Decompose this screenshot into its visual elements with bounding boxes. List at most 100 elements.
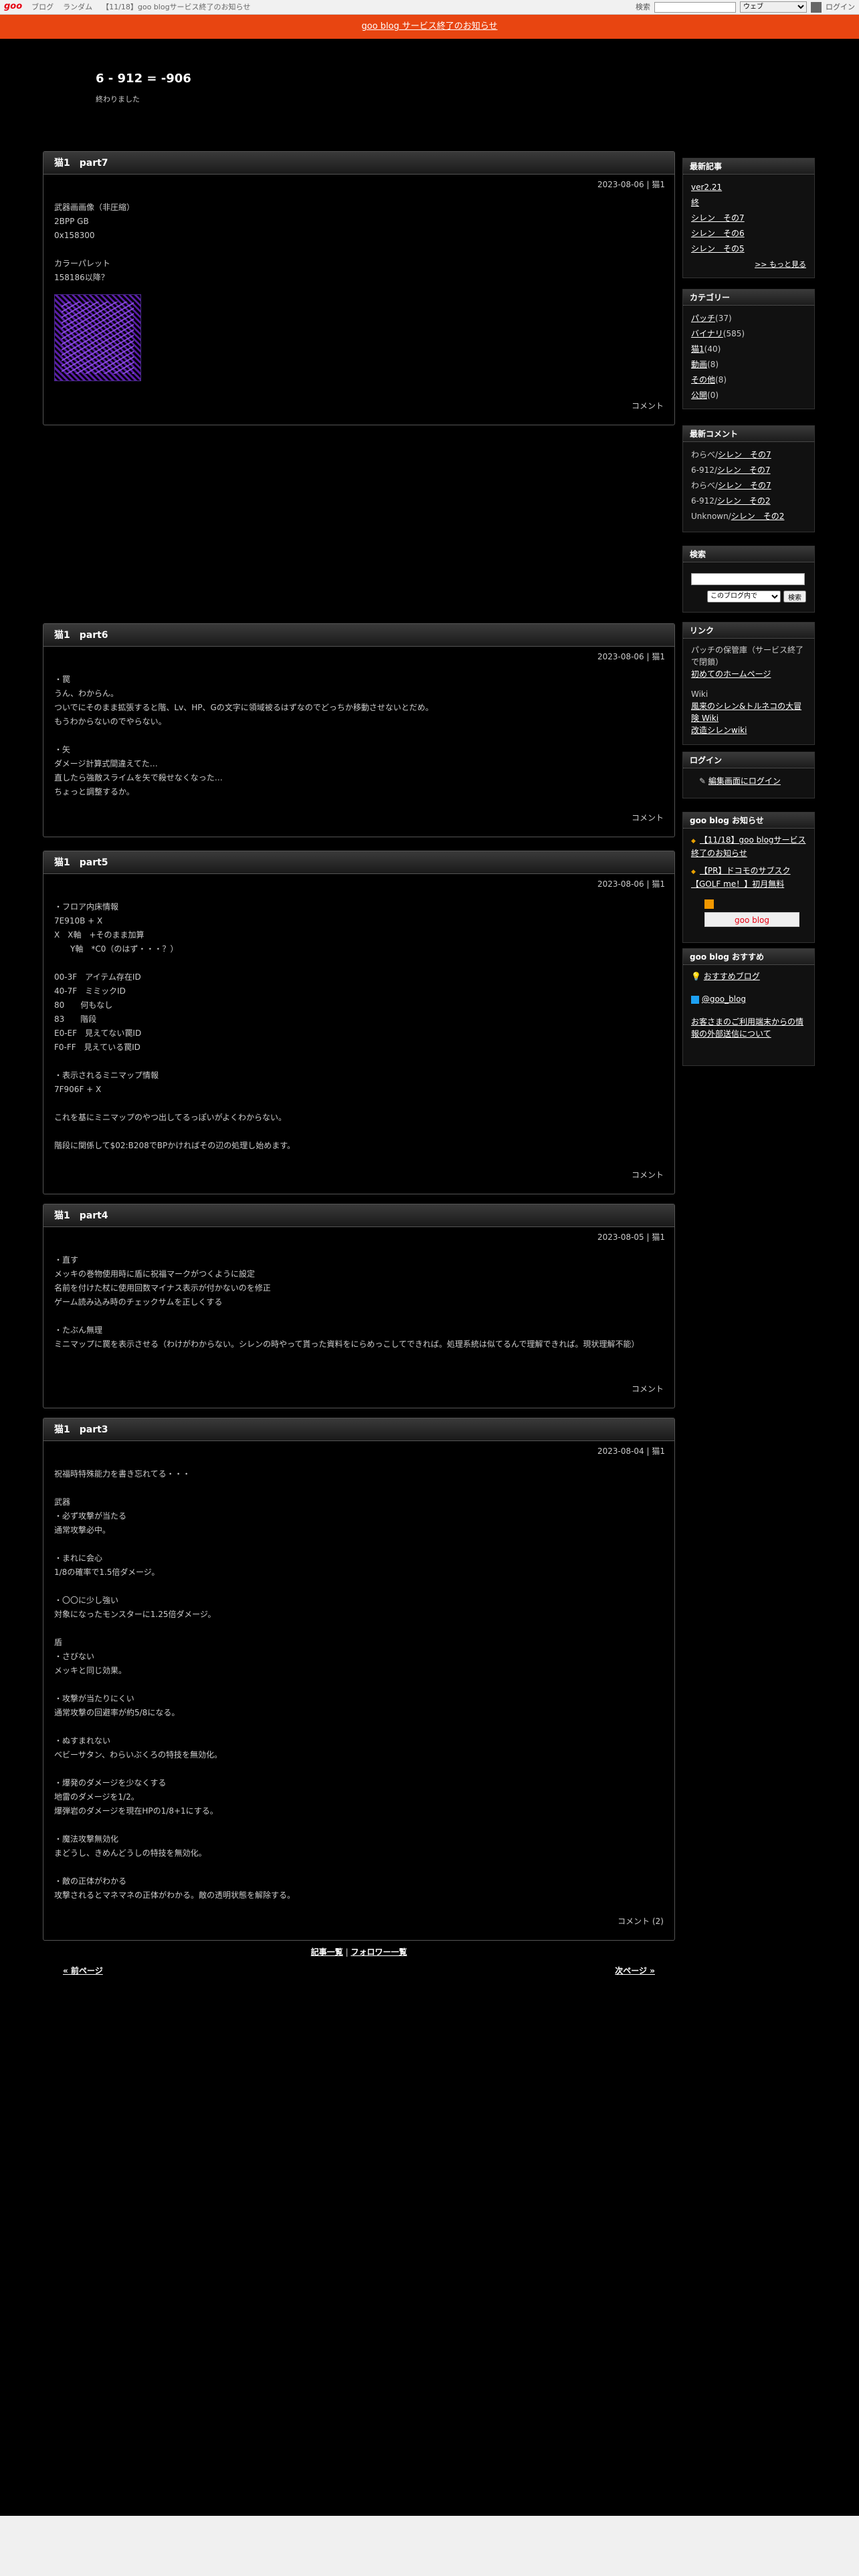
link-homepage[interactable]: 初めてのホームページ	[691, 669, 771, 679]
entry-date[interactable]: 2023-08-06 | 猫1	[43, 647, 674, 663]
twitter-link[interactable]: @goo_blog	[702, 994, 746, 1004]
notice-link[interactable]: 【11/18】goo blogサービス終了のお知らせ	[691, 835, 806, 858]
entry-text-line: ・さびない	[54, 1652, 95, 1662]
external-transmission-link[interactable]: お客さまのご利用端末からの情報の外部送信について	[691, 1017, 803, 1039]
entry-date[interactable]: 2023-08-05 | 猫1	[43, 1227, 674, 1244]
entry-text-line: まどうし、きめんどうしの特技を無効化。	[54, 1848, 207, 1858]
goo-search-input[interactable]	[654, 1, 736, 13]
entry-list-link[interactable]: 記事一覧	[311, 1947, 343, 1957]
entry-text-line: ・フロア内床情報	[54, 902, 119, 912]
goo-search-select[interactable]: ウェブ	[740, 1, 807, 13]
sidebar-heading: goo blog お知らせ	[683, 813, 814, 829]
sidebar-links: リンク パッチの保管庫（サービス終了で閉鎖） 初めてのホームページ Wiki 風…	[682, 622, 815, 745]
category-count: (8)	[715, 375, 727, 385]
recent-entry-link[interactable]: シレン その6	[691, 226, 806, 241]
more-entries-link[interactable]: >> もっと見る	[755, 260, 806, 269]
goo-login-link[interactable]: ログイン	[826, 1, 855, 13]
goo-link-notice[interactable]: 【11/18】goo blogサービス終了のお知らせ	[102, 1, 250, 13]
category-item: 動画(8)	[691, 357, 806, 372]
category-link[interactable]: 猫1	[691, 344, 704, 354]
rss-icon[interactable]	[704, 899, 714, 909]
entry-title[interactable]: 猫1 part5	[43, 851, 674, 874]
entry-text-line: ・必ず攻撃が当たる	[54, 1511, 127, 1521]
sidebar-body: ver2.21 終 シレン その7 シレン その6 シレン その5 >> もっと…	[683, 175, 814, 278]
entry-text-line: ・爆発のダメージを少なくする	[54, 1778, 167, 1788]
entry-text-line: ・攻撃が当たりにくい	[54, 1694, 134, 1704]
comment-link[interactable]: コメント	[632, 1383, 664, 1396]
comment-entry-link[interactable]: シレン その7	[718, 481, 771, 490]
comment-link[interactable]: コメント	[632, 400, 664, 413]
entry-text-line: ・敵の正体がわかる	[54, 1876, 127, 1887]
recent-comment-item: 6-912/シレン その2	[691, 494, 806, 509]
entry-title[interactable]: 猫1 part4	[43, 1204, 674, 1227]
entry-text-line: うん、わからん。	[54, 689, 119, 699]
entry-text-line	[54, 1481, 664, 1495]
comment-entry-link[interactable]: シレン その7	[718, 450, 771, 459]
prev-page-link[interactable]: « 前ページ	[63, 1966, 103, 1975]
comment-link[interactable]: コメント	[632, 1169, 664, 1182]
entry-text-line: ・表示されるミニマップ情報	[54, 1071, 159, 1081]
entry-text-line: これを基にミニマップのやつ出してるっぽいがよくわからない。	[54, 1113, 287, 1123]
blog-title[interactable]: 6 - 912 = -906	[96, 70, 191, 89]
entry-text-line: 7E910B + X	[54, 916, 103, 926]
recent-entry-link[interactable]: シレン その7	[691, 211, 806, 226]
comment-author: 6-912/	[691, 496, 717, 506]
entry-text-line: ・罠	[54, 675, 71, 685]
sidebar-body: 💡 おすすめブログ @goo_blog お客さまのご利用端末からの情報の外部送信…	[683, 965, 814, 1045]
entry-text-line: ・ぬすまれない	[54, 1736, 111, 1746]
category-link[interactable]: バイナリ	[691, 329, 723, 338]
comment-link[interactable]: コメント	[632, 812, 664, 825]
sidebar-goo-notice: goo blog お知らせ 【11/18】goo blogサービス終了のお知らせ…	[682, 812, 815, 943]
entry-text-line	[54, 1097, 664, 1111]
sidebar-heading: 検索	[683, 546, 814, 562]
entry-text-line: ・魔法攻撃無効化	[54, 1834, 119, 1844]
comment-author: Unknown/	[691, 512, 731, 521]
follower-list-link[interactable]: フォロワー一覧	[351, 1947, 407, 1957]
link-shiren-wiki[interactable]: 風来のシレン&トルネコの大冒険 Wiki	[691, 702, 801, 723]
goo-link-blog[interactable]: ブログ	[31, 1, 54, 13]
entry-text-line: F0-FF 見えている罠ID	[54, 1043, 140, 1053]
next-page-link[interactable]: 次ページ »	[615, 1966, 655, 1975]
blog-search-input[interactable]	[691, 573, 805, 585]
recent-entry-link[interactable]: ver2.21	[691, 180, 806, 195]
entry-title[interactable]: 猫1 part3	[43, 1418, 674, 1441]
recent-comment-item: Unknown/シレン その2	[691, 509, 806, 524]
recent-entry-link[interactable]: 終	[691, 195, 806, 211]
recommend-blog-link[interactable]: おすすめブログ	[704, 972, 760, 981]
entry-text-line	[54, 956, 664, 970]
entry-date[interactable]: 2023-08-04 | 猫1	[43, 1441, 674, 1458]
category-link[interactable]: その他	[691, 375, 715, 385]
category-item: その他(8)	[691, 372, 806, 388]
entry-date[interactable]: 2023-08-06 | 猫1	[43, 874, 674, 891]
edit-login-link[interactable]: 編集画面にログイン	[708, 776, 781, 786]
goo-blog-button[interactable]: goo blog	[704, 912, 799, 927]
entry-date[interactable]: 2023-08-06 | 猫1	[43, 175, 674, 191]
goo-search-button[interactable]	[811, 1, 822, 13]
category-link[interactable]: パッチ	[691, 314, 715, 323]
entry-text-line: ・まれに会心	[54, 1553, 103, 1564]
blog-description: 終わりました	[96, 95, 140, 104]
sidebar-search: 検索 このブログ内で 検索	[682, 546, 815, 613]
entry-image[interactable]	[54, 294, 141, 382]
entry-text-line: 7F906F + X	[54, 1085, 102, 1095]
category-link[interactable]: 動画	[691, 360, 707, 369]
service-end-notice-link[interactable]: goo blog サービス終了のお知らせ	[361, 21, 497, 31]
recent-entry-link[interactable]: シレン その5	[691, 241, 806, 257]
category-link[interactable]: 公開	[691, 391, 707, 400]
entry-text-line: 0x158300	[54, 231, 95, 241]
search-scope-select[interactable]: このブログ内で	[707, 590, 781, 603]
blog-search-button[interactable]: 検索	[783, 590, 806, 603]
recent-comment-item: わらべ/シレン その7	[691, 478, 806, 494]
entry-title[interactable]: 猫1 part6	[43, 624, 674, 647]
comment-entry-link[interactable]: シレン その2	[717, 496, 771, 506]
sidebar-heading: ログイン	[683, 752, 814, 768]
goo-logo[interactable]: goo	[4, 0, 22, 14]
notice-link[interactable]: 【PR】ドコモのサブスク【GOLF me！】初月無料	[691, 866, 791, 889]
link-wiki-label: Wiki	[691, 689, 708, 699]
comment-entry-link[interactable]: シレン その2	[731, 512, 785, 521]
entry-title[interactable]: 猫1 part7	[43, 152, 674, 175]
link-kaizou-wiki[interactable]: 改造シレンwiki	[691, 726, 747, 735]
comment-link[interactable]: コメント (2)	[617, 1915, 664, 1928]
comment-entry-link[interactable]: シレン その7	[717, 465, 771, 475]
goo-link-random[interactable]: ランダム	[63, 1, 92, 13]
